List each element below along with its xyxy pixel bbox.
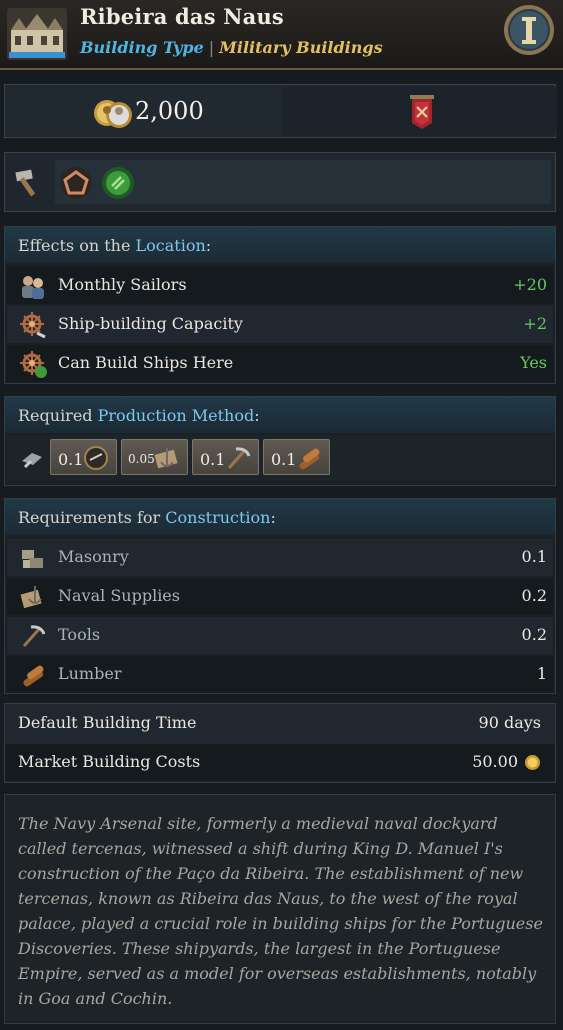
building-subtitle: Building Type | Military Buildings xyxy=(80,38,383,57)
tools-icon xyxy=(227,447,251,469)
construction-link[interactable]: Construction xyxy=(165,508,270,527)
ship-wheel-icon xyxy=(20,312,46,339)
cost-panel: 2,000 xyxy=(4,84,557,138)
production-method-icon[interactable] xyxy=(19,445,45,471)
lumber-icon xyxy=(23,665,44,687)
ship-wheel-check-icon xyxy=(20,351,47,378)
naval-map-icon xyxy=(154,448,178,469)
requirements-section: Requirements for Construction: Masonry 0… xyxy=(4,498,556,694)
input-chip-compass[interactable]: 0.1 xyxy=(50,439,117,475)
page-title: Ribeira das Naus xyxy=(80,4,284,29)
compass-icon xyxy=(84,446,108,470)
production-inputs-row: 0.1 0.05 0.1 0.1 xyxy=(7,435,553,481)
requirement-row-tools: Tools 0.2 xyxy=(7,617,553,654)
tooltip-header: Ribeira das Naus Building Type | Military … xyxy=(0,0,563,70)
building-category: Military Buildings xyxy=(219,38,383,57)
tools-icon xyxy=(22,625,46,647)
coin-icon xyxy=(525,755,540,770)
naval-supplies-icon xyxy=(20,586,42,609)
info-i-icon[interactable] xyxy=(502,3,556,57)
banner-icon[interactable] xyxy=(407,93,437,131)
input-chip-naval-map[interactable]: 0.05 xyxy=(121,439,188,475)
green-check-icon[interactable] xyxy=(101,166,135,200)
lumber-icon xyxy=(299,448,320,470)
requirements-header: Requirements for Construction: xyxy=(5,499,555,535)
production-header: Required Production Method: xyxy=(5,397,555,433)
requirements-title: Requirements for Construction: xyxy=(18,508,276,527)
hammer-icon[interactable] xyxy=(13,165,47,199)
effects-section: Effects on the Location: Monthly Sailors… xyxy=(4,226,556,384)
summary-section: Default Building Time 90 days Market Bui… xyxy=(4,703,556,783)
input-chip-tools[interactable]: 0.1 xyxy=(192,439,259,475)
input-chip-lumber[interactable]: 0.1 xyxy=(263,439,330,475)
market-cost-row: Market Building Costs 50.00 xyxy=(5,744,555,781)
sailors-icon xyxy=(22,276,44,299)
requirement-row-naval-supplies: Naval Supplies 0.2 xyxy=(7,578,553,615)
effect-row-shipbuilding-capacity: Ship-building Capacity +2 xyxy=(7,306,553,343)
effect-row-monthly-sailors: Monthly Sailors +20 xyxy=(7,267,553,304)
masonry-icon xyxy=(22,550,43,568)
requirement-row-masonry: Masonry 0.1 xyxy=(7,539,553,576)
requirement-row-lumber: Lumber 1 xyxy=(7,656,553,693)
banner-cell xyxy=(283,87,557,135)
trait-icons-panel xyxy=(4,152,556,212)
description-panel: The Navy Arsenal site, formerly a mediev… xyxy=(4,794,556,1024)
production-title: Required Production Method: xyxy=(18,406,260,425)
production-section: Required Production Method: 0.1 0.05 0.1… xyxy=(4,396,556,486)
description-text: The Navy Arsenal site, formerly a mediev… xyxy=(18,814,543,1008)
building-type-link[interactable]: Building Type xyxy=(80,38,204,57)
subtitle-separator: | xyxy=(208,38,215,57)
pentagon-icon[interactable] xyxy=(59,166,93,200)
production-method-link[interactable]: Production Method xyxy=(98,406,255,425)
building-icon xyxy=(7,8,67,60)
location-link[interactable]: Location xyxy=(136,236,206,255)
build-time-row: Default Building Time 90 days xyxy=(5,705,555,742)
gold-cost: 2,000 xyxy=(7,87,281,135)
effects-header: Effects on the Location: xyxy=(5,227,555,263)
effect-row-can-build-ships: Can Build Ships Here Yes xyxy=(7,345,553,382)
effects-title: Effects on the Location: xyxy=(18,236,212,255)
gold-cost-value: 2,000 xyxy=(135,97,204,125)
gold-coins-icon xyxy=(94,100,132,128)
